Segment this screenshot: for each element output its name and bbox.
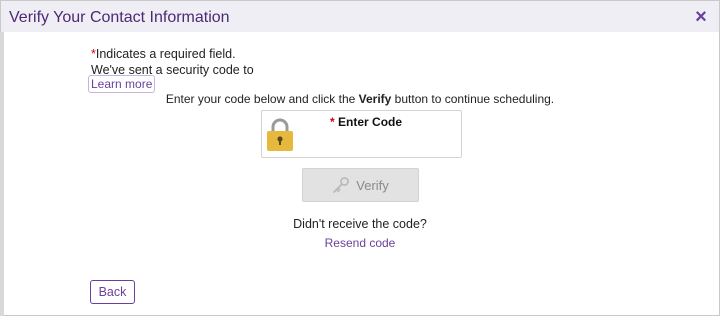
dialog-edge xyxy=(0,32,4,316)
verify-button[interactable]: Verify xyxy=(302,168,419,202)
resend-code-link[interactable]: Resend code xyxy=(0,236,720,250)
back-button[interactable]: Back xyxy=(90,280,135,304)
dialog-title: Verify Your Contact Information xyxy=(9,9,230,26)
code-input[interactable] xyxy=(300,131,459,155)
instruction-after: button to continue scheduling. xyxy=(391,92,555,106)
required-note-text: Indicates a required field. xyxy=(95,47,236,61)
instruction-before: Enter your code below and click the xyxy=(165,92,359,106)
code-label: * Enter Code xyxy=(330,115,402,129)
verify-label: Verify xyxy=(356,177,389,193)
dialog-header: Verify Your Contact Information × xyxy=(1,1,719,32)
required-note: *Indicates a required field. xyxy=(91,47,236,61)
code-required-marker: * xyxy=(330,115,335,129)
code-field-box[interactable]: * Enter Code xyxy=(261,110,462,158)
lock-icon xyxy=(267,118,293,151)
instruction-text: Enter your code below and click the Veri… xyxy=(0,92,720,106)
code-label-text: Enter Code xyxy=(338,115,403,129)
close-icon[interactable]: × xyxy=(691,5,711,29)
key-icon xyxy=(333,177,350,193)
instruction-bold: Verify xyxy=(358,92,392,106)
didnt-receive-text: Didn't receive the code? xyxy=(293,217,427,231)
learn-more-link[interactable]: Learn more xyxy=(88,75,156,93)
